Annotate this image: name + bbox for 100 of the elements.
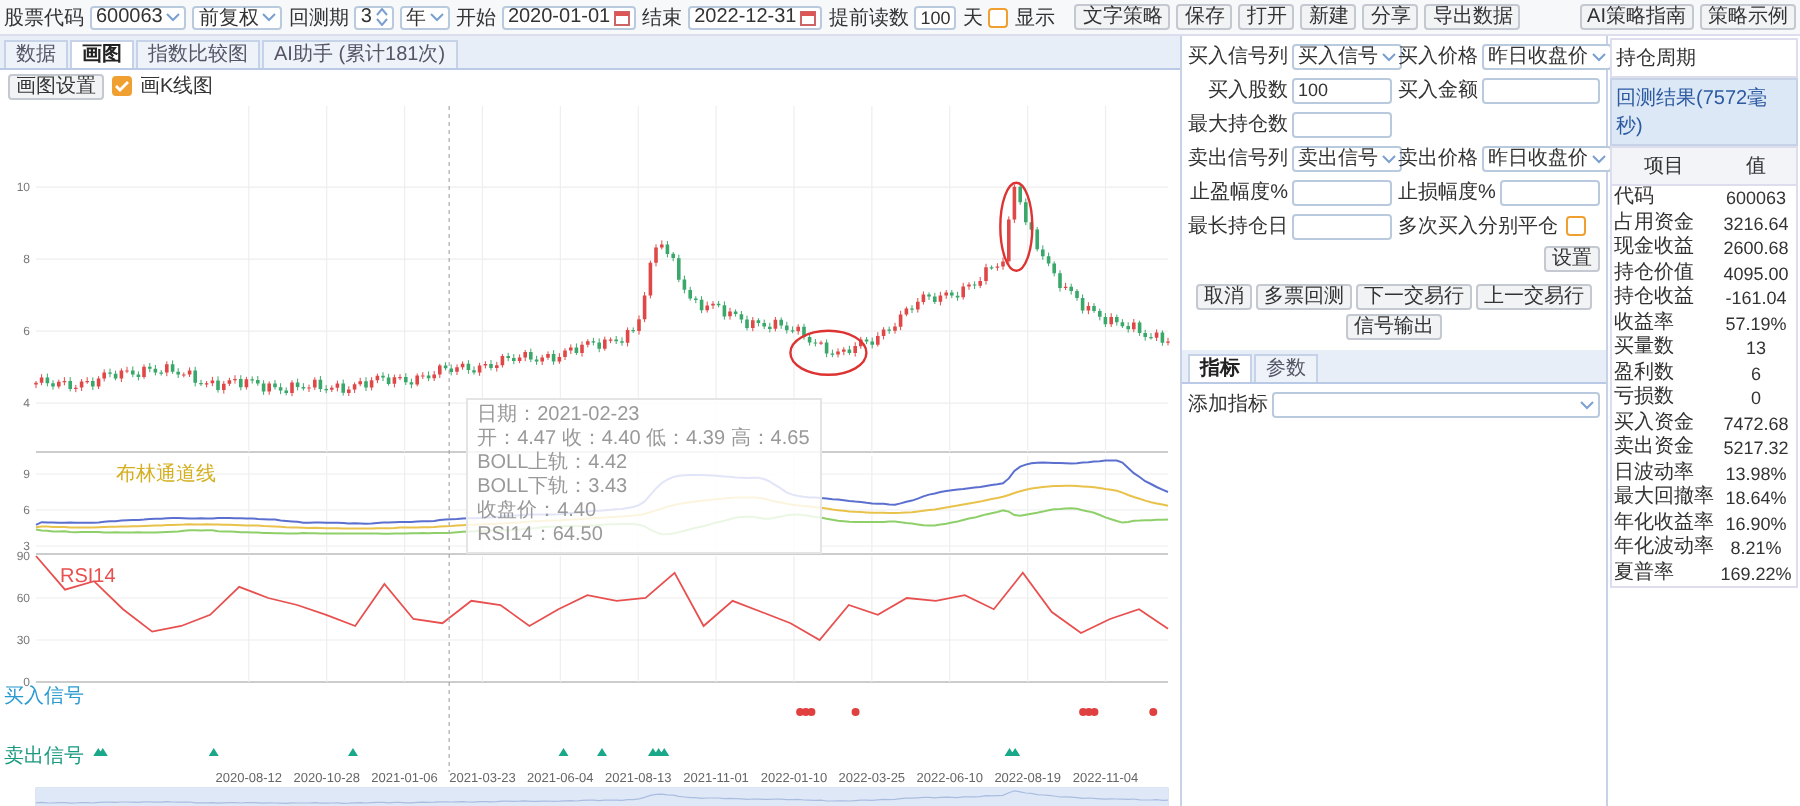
checkbox[interactable] bbox=[1566, 216, 1586, 236]
dropdown[interactable]: 买入信号 bbox=[1292, 43, 1402, 69]
caret-icon bbox=[1580, 399, 1594, 409]
field-label: 止盈幅度% bbox=[1188, 179, 1288, 206]
table-cell: 最大回撤率 bbox=[1612, 486, 1716, 511]
panel-subtitle: 回测结果(7572毫秒) bbox=[1610, 78, 1798, 146]
table-cell-text: 8.21% bbox=[1728, 536, 1784, 561]
checkbox[interactable] bbox=[112, 76, 132, 96]
table-cell-text: 6 bbox=[1748, 361, 1763, 386]
settings-button[interactable]: 设置 bbox=[1544, 246, 1600, 272]
tab[interactable]: 参数 bbox=[1254, 354, 1318, 382]
table-cell-text: 7472.68 bbox=[1721, 411, 1791, 436]
caret-icon bbox=[1592, 51, 1606, 61]
table-cell-text: 5217.32 bbox=[1721, 436, 1791, 461]
spinner-field[interactable]: 3 bbox=[354, 5, 394, 29]
calendar-icon bbox=[614, 9, 631, 25]
table-cell-text: 600063 bbox=[1723, 186, 1789, 211]
field-label: 买入信号列 bbox=[1188, 43, 1288, 70]
highlight-circle bbox=[999, 181, 1034, 272]
tooltip-line: RSI14：64.50 bbox=[477, 524, 605, 548]
action-button[interactable]: 多票回测 bbox=[1256, 284, 1352, 310]
input-field[interactable]: 100 bbox=[914, 5, 957, 29]
check-icon bbox=[114, 78, 130, 94]
table-cell-text: 买量数 bbox=[1612, 336, 1676, 361]
dropdown[interactable]: 前复权 bbox=[192, 5, 283, 29]
signal-row-label: 买入信号 bbox=[4, 686, 84, 708]
input-field[interactable] bbox=[1292, 111, 1392, 137]
field-label: 卖出价格 bbox=[1398, 145, 1478, 172]
chart-settings-button[interactable]: 画图设置 bbox=[8, 73, 104, 99]
input-field[interactable] bbox=[1292, 213, 1392, 239]
table-cell-text: 57.19% bbox=[1723, 311, 1789, 336]
table-cell-text: -161.04 bbox=[1723, 286, 1789, 311]
checkbox-label: 画K线图 bbox=[140, 73, 214, 100]
checkbox[interactable] bbox=[988, 7, 1009, 27]
legend-label: RSI14 bbox=[60, 566, 116, 588]
toolbar-button[interactable]: 新建 bbox=[1300, 4, 1357, 30]
column-header: 值 bbox=[1716, 148, 1796, 186]
tab[interactable]: 数据 bbox=[4, 40, 68, 68]
caret-icon bbox=[262, 12, 277, 22]
toolbar-button[interactable]: AI策略指南 bbox=[1579, 4, 1694, 30]
tab[interactable]: AI助手 (累计181次) bbox=[262, 40, 458, 68]
action-button[interactable]: 上一交易行 bbox=[1476, 284, 1592, 310]
field-label: 买入价格 bbox=[1398, 43, 1478, 70]
input-field[interactable] bbox=[1292, 179, 1392, 205]
table-cell-text: 收益率 bbox=[1612, 311, 1676, 336]
field-label: 卖出信号列 bbox=[1188, 145, 1288, 172]
panel-title: 持仓周期 bbox=[1610, 38, 1798, 78]
dropdown[interactable]: 昨日收盘价 bbox=[1482, 145, 1612, 171]
action-button[interactable]: 下一交易行 bbox=[1356, 284, 1472, 310]
toolbar-button[interactable]: 导出数据 bbox=[1424, 4, 1521, 30]
input-field[interactable] bbox=[1499, 179, 1600, 205]
date-field[interactable]: 2022-12-31 bbox=[688, 5, 823, 29]
action-button[interactable]: 取消 bbox=[1196, 284, 1252, 310]
zoom-slider[interactable] bbox=[35, 787, 1169, 806]
toolbar-button[interactable]: 策略示例 bbox=[1700, 4, 1796, 30]
caret-icon bbox=[429, 12, 444, 22]
table-cell-text: 夏普率 bbox=[1612, 561, 1676, 586]
spinner-arrows-icon bbox=[375, 8, 388, 26]
highlight-circle bbox=[789, 329, 868, 376]
table-cell-text: 亏损数 bbox=[1612, 386, 1676, 411]
table-cell-text: 13 bbox=[1743, 336, 1768, 361]
table-cell-text: 持仓价值 bbox=[1612, 261, 1696, 285]
dropdown[interactable]: 年 bbox=[399, 5, 450, 29]
table-cell-text: 2600.68 bbox=[1721, 236, 1791, 261]
table-cell-text: 3216.64 bbox=[1721, 211, 1791, 236]
table-cell-text: 代码 bbox=[1612, 186, 1656, 211]
date-field[interactable]: 2020-01-01 bbox=[501, 5, 637, 29]
tab[interactable]: 指数比较图 bbox=[136, 40, 260, 68]
field-label: 回测期 bbox=[288, 5, 349, 31]
table-cell-text: 盈利数 bbox=[1612, 361, 1676, 386]
table-cell-text: 18.64% bbox=[1723, 486, 1789, 511]
calendar-icon bbox=[800, 9, 817, 25]
toolbar-button[interactable]: 打开 bbox=[1238, 4, 1295, 30]
field-label: 多次买入分别平仓 bbox=[1398, 213, 1558, 240]
legend-label: 布林通道线 bbox=[116, 464, 216, 486]
toolbar-button[interactable]: 保存 bbox=[1176, 4, 1233, 30]
tooltip-line: BOLL上轨：4.42 bbox=[477, 452, 630, 475]
action-button[interactable]: 信号输出 bbox=[1346, 314, 1442, 340]
dropdown[interactable]: 昨日收盘价 bbox=[1482, 43, 1612, 69]
field-label: 提前读数 bbox=[828, 5, 909, 31]
table-cell-text: 卖出资金 bbox=[1612, 436, 1696, 461]
field-label: 结束 bbox=[642, 5, 683, 31]
tooltip-line: 日期：2021-02-23 bbox=[477, 404, 642, 428]
input-field[interactable]: 100 bbox=[1292, 77, 1392, 103]
toolbar-button[interactable]: 文字策略 bbox=[1074, 4, 1171, 30]
input-field[interactable] bbox=[1482, 77, 1600, 103]
dropdown[interactable] bbox=[1272, 391, 1600, 417]
toolbar-button[interactable]: 分享 bbox=[1362, 4, 1419, 30]
caret-icon bbox=[1382, 51, 1396, 61]
field-label: 止损幅度% bbox=[1398, 179, 1496, 206]
field-label: 买入金额 bbox=[1398, 77, 1478, 104]
tab[interactable]: 指标 bbox=[1188, 354, 1252, 382]
table-cell-text: 持仓收益 bbox=[1612, 286, 1696, 311]
table-cell: 年化波动率 bbox=[1612, 536, 1716, 561]
table-cell-text: 占用资金 bbox=[1612, 211, 1696, 236]
checkbox-label: 显示 bbox=[1014, 5, 1055, 31]
tab[interactable]: 画图 bbox=[70, 40, 134, 68]
table-cell-text: 169.22% bbox=[1718, 561, 1794, 586]
dropdown[interactable]: 600063 bbox=[90, 5, 187, 29]
caret-icon bbox=[166, 12, 181, 22]
